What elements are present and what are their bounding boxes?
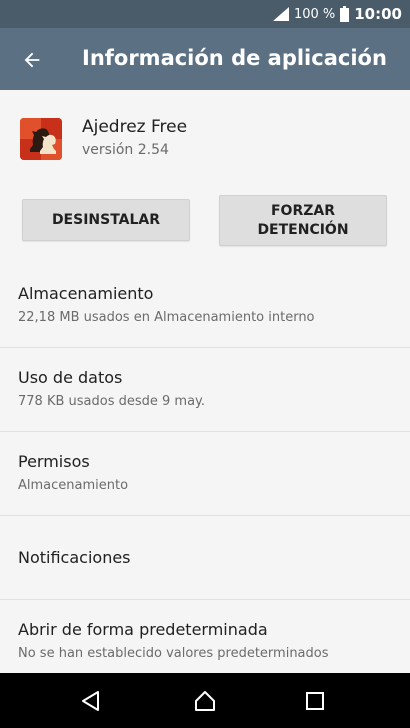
nav-back-button[interactable]	[76, 686, 106, 716]
setting-data-usage[interactable]: Uso de datos 778 KB usados desde 9 may.	[0, 348, 410, 432]
nav-recents-icon	[303, 689, 327, 713]
page-title: Información de aplicación	[82, 46, 387, 70]
nav-back-icon	[79, 689, 103, 713]
nav-recents-button[interactable]	[300, 686, 330, 716]
navigation-bar	[0, 673, 410, 728]
setting-title: Permisos	[18, 452, 90, 471]
chess-knight-icon	[20, 118, 62, 160]
setting-notifications[interactable]: Notificaciones	[0, 516, 410, 600]
setting-permissions[interactable]: Permisos Almacenamiento	[0, 432, 410, 516]
setting-open-by-default[interactable]: Abrir de forma predeterminada No se han …	[0, 600, 410, 684]
setting-title: Abrir de forma predeterminada	[18, 620, 268, 639]
settings-list: Almacenamiento 22,18 MB usados en Almace…	[0, 264, 410, 684]
app-bar: Información de aplicación	[0, 28, 410, 90]
status-bar: 100 % 10:00	[0, 0, 410, 28]
signal-icon	[272, 7, 289, 21]
nav-home-button[interactable]	[190, 686, 220, 716]
setting-title: Notificaciones	[18, 548, 131, 567]
setting-subtitle: 22,18 MB usados en Almacenamiento intern…	[18, 310, 315, 325]
setting-subtitle: Almacenamiento	[18, 478, 129, 493]
setting-title: Uso de datos	[18, 368, 123, 387]
app-header: Ajedrez Free versión 2.54	[0, 90, 410, 190]
app-name: Ajedrez Free	[82, 117, 188, 137]
status-clock: 10:00	[354, 5, 402, 23]
setting-subtitle: No se han establecido valores predetermi…	[18, 646, 329, 661]
setting-title: Almacenamiento	[18, 284, 154, 303]
nav-home-icon	[193, 689, 217, 713]
force-stop-button[interactable]: FORZAR DETENCIÓN	[219, 195, 387, 246]
back-button[interactable]	[12, 40, 52, 80]
status-icons: 100 % 10:00	[272, 4, 402, 24]
arrow-back-icon	[21, 49, 43, 71]
battery-percent: 100 %	[293, 6, 336, 22]
app-version: versión 2.54	[82, 142, 169, 158]
setting-storage[interactable]: Almacenamiento 22,18 MB usados en Almace…	[0, 264, 410, 348]
setting-subtitle: 778 KB usados desde 9 may.	[18, 394, 206, 409]
battery-icon	[340, 6, 350, 22]
app-info-content: Ajedrez Free versión 2.54 DESINSTALAR FO…	[0, 90, 410, 684]
uninstall-button[interactable]: DESINSTALAR	[22, 199, 190, 241]
